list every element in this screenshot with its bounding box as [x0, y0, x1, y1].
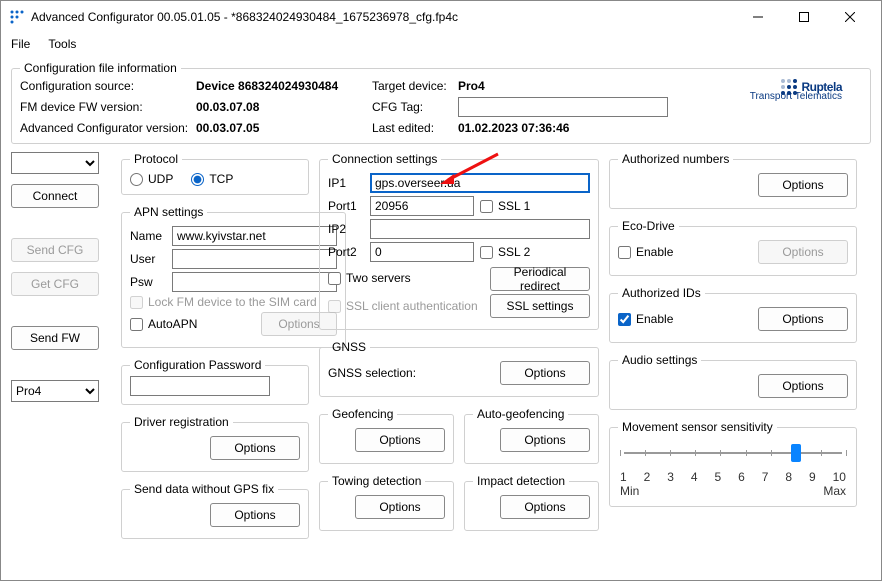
target-device-value: Pro4 — [458, 79, 668, 93]
get-cfg-button: Get CFG — [11, 272, 99, 296]
file-info-group: Configuration file information Configura… — [11, 61, 871, 144]
authids-enable-checkbox[interactable]: Enable — [618, 312, 673, 326]
cfg-tag-label: CFG Tag: — [372, 100, 452, 114]
connect-button[interactable]: Connect — [11, 184, 99, 208]
menu-file[interactable]: File — [11, 37, 30, 51]
last-edited-label: Last edited: — [372, 121, 452, 135]
ip2-input[interactable] — [370, 219, 590, 239]
apn-psw-input[interactable] — [172, 272, 337, 292]
protocol-group: Protocol UDP TCP — [121, 152, 309, 195]
audio-options-button[interactable]: Options — [758, 374, 848, 398]
send-gps-group: Send data without GPS fix Options — [121, 482, 309, 539]
geofencing-options-button[interactable]: Options — [355, 428, 445, 452]
port1-input[interactable] — [370, 196, 474, 216]
connection-settings-group: Connection settings IP1 Port1 SSL 1 IP2 … — [319, 152, 599, 330]
driver-reg-options-button[interactable]: Options — [210, 436, 300, 460]
cfg-source-value: Device 868324024930484 — [196, 79, 366, 93]
last-edited-value: 01.02.2023 07:36:46 — [458, 121, 668, 135]
apn-name-input[interactable] — [172, 226, 337, 246]
adv-cfg-version-label: Advanced Configurator version: — [20, 121, 190, 135]
send-fw-button[interactable]: Send FW — [11, 326, 99, 350]
fw-version-value: 00.03.07.08 — [196, 100, 366, 114]
brand-tagline: Transport Telematics — [750, 91, 842, 102]
two-servers-checkbox[interactable]: Two servers — [328, 271, 411, 285]
movement-sensor-group: Movement sensor sensitivity 12345678910 … — [609, 420, 857, 507]
cfg-password-input[interactable] — [130, 376, 270, 396]
minimize-button[interactable] — [735, 1, 781, 33]
eco-options-button: Options — [758, 240, 848, 264]
authorized-ids-group: Authorized IDs Enable Options — [609, 286, 857, 343]
close-button[interactable] — [827, 1, 873, 33]
movement-sensitivity-slider[interactable] — [620, 444, 846, 468]
fw-version-label: FM device FW version: — [20, 100, 190, 114]
cfg-source-label: Configuration source: — [20, 79, 190, 93]
file-info-legend: Configuration file information — [20, 61, 181, 75]
impact-group: Impact detection Options — [464, 474, 599, 531]
maximize-button[interactable] — [781, 1, 827, 33]
brand-logo: Ruptela Transport Telematics — [750, 79, 842, 102]
periodical-redirect-button[interactable]: Periodical redirect — [490, 267, 590, 291]
gnss-options-button[interactable]: Options — [500, 361, 590, 385]
auto-geofencing-group: Auto-geofencing Options — [464, 407, 599, 464]
driver-registration-group: Driver registration Options — [121, 415, 309, 472]
eco-drive-group: Eco-Drive Enable Options — [609, 219, 857, 276]
eco-enable-checkbox[interactable]: Enable — [618, 245, 673, 259]
target-device-label: Target device: — [372, 79, 452, 93]
autoapn-checkbox[interactable]: AutoAPN — [130, 317, 197, 331]
ip1-input[interactable] — [370, 173, 590, 193]
cfg-tag-input[interactable] — [458, 97, 668, 117]
authnum-options-button[interactable]: Options — [758, 173, 848, 197]
ssl-settings-button[interactable]: SSL settings — [490, 294, 590, 318]
port-select[interactable] — [11, 152, 99, 174]
authorized-numbers-group: Authorized numbers Options — [609, 152, 857, 209]
send-cfg-button: Send CFG — [11, 238, 99, 262]
autogeo-options-button[interactable]: Options — [500, 428, 590, 452]
geofencing-group: Geofencing Options — [319, 407, 454, 464]
device-model-select[interactable]: Pro4 — [11, 380, 99, 402]
adv-cfg-version-value: 00.03.07.05 — [196, 121, 366, 135]
app-icon — [9, 9, 25, 25]
audio-settings-group: Audio settings Options — [609, 353, 857, 410]
protocol-udp-radio[interactable]: UDP — [130, 172, 173, 186]
gnss-group: GNSS GNSS selection: Options — [319, 340, 599, 397]
apn-user-input[interactable] — [172, 249, 337, 269]
protocol-tcp-radio[interactable]: TCP — [191, 172, 233, 186]
send-gps-options-button[interactable]: Options — [210, 503, 300, 527]
impact-options-button[interactable]: Options — [500, 495, 590, 519]
menu-tools[interactable]: Tools — [48, 37, 76, 51]
towing-group: Towing detection Options — [319, 474, 454, 531]
slider-max-label: Max — [823, 484, 846, 498]
window-title: Advanced Configurator 00.05.01.05 - *868… — [31, 10, 735, 24]
lock-sim-checkbox — [130, 296, 143, 309]
ssl-auth-checkbox — [328, 300, 341, 313]
apn-group: APN settings Name User Psw Lock FM devic… — [121, 205, 346, 348]
authids-options-button[interactable]: Options — [758, 307, 848, 331]
cfg-password-group: Configuration Password — [121, 358, 309, 405]
ssl1-checkbox[interactable]: SSL 1 — [480, 199, 530, 213]
towing-options-button[interactable]: Options — [355, 495, 445, 519]
ssl2-checkbox[interactable]: SSL 2 — [480, 245, 530, 259]
port2-input[interactable] — [370, 242, 474, 262]
slider-min-label: Min — [620, 484, 639, 498]
